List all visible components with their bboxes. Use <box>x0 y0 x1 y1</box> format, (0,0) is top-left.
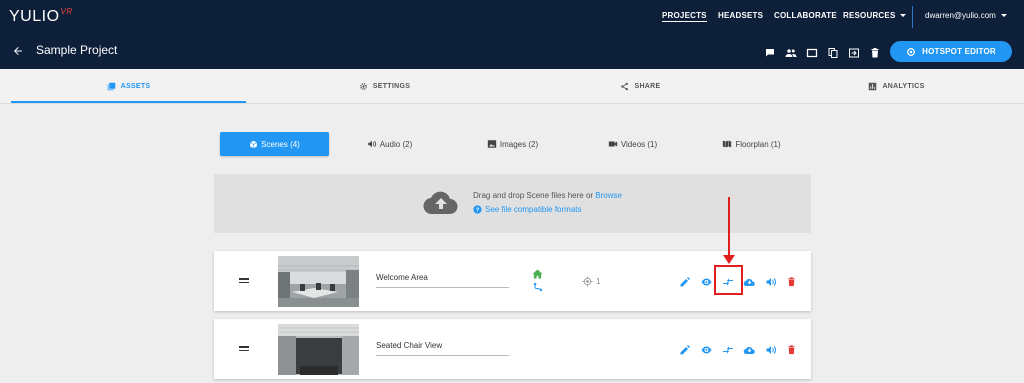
preview-eye-icon[interactable] <box>700 344 712 356</box>
target-icon <box>907 47 916 56</box>
volume-icon <box>368 140 376 148</box>
project-title: Sample Project <box>36 43 118 57</box>
file-formats-link[interactable]: ? See file compatible formats <box>473 205 582 214</box>
nav-projects[interactable]: PROJECTS <box>662 11 707 22</box>
scene-dropzone[interactable]: Drag and drop Scene files here or Browse… <box>214 174 811 233</box>
analytics-icon <box>869 82 877 91</box>
cube-icon <box>250 140 258 148</box>
hotspot-count: 1 <box>582 276 600 287</box>
scene-thumbnail[interactable] <box>278 324 359 375</box>
share-icon <box>621 82 629 91</box>
dropzone-instructions: Drag and drop Scene files here or <box>473 191 596 200</box>
preview-eye-icon[interactable] <box>700 276 712 288</box>
filter-floorplan-label: Floorplan (1) <box>735 139 781 149</box>
project-tabs: ASSETS SETTINGS SHARE ANALYTICS <box>0 69 1024 104</box>
nav-resources[interactable]: RESOURCES <box>843 11 907 20</box>
help-icon: ? <box>473 205 482 214</box>
filter-videos-label: Videos (1) <box>620 139 658 149</box>
hotspot-editor-button[interactable]: HOTSPOT EDITOR <box>890 41 1012 62</box>
drag-handle-icon[interactable] <box>239 278 249 285</box>
drag-handle-icon[interactable] <box>239 346 249 353</box>
asset-filters: Scenes (4) Audio (2) Images (2) Videos (… <box>0 132 1024 158</box>
delete-icon[interactable] <box>786 344 798 356</box>
hotspot-editor-label: HOTSPOT EDITOR <box>922 47 996 56</box>
crosshair-icon <box>582 276 593 287</box>
tab-settings[interactable]: SETTINGS <box>267 69 502 104</box>
filter-audio-label: Audio (2) <box>379 139 413 149</box>
active-tab-indicator <box>11 101 246 103</box>
people-icon[interactable] <box>785 47 797 59</box>
tab-share[interactable]: SHARE <box>523 69 758 104</box>
browse-link[interactable]: Browse <box>595 191 622 200</box>
filter-videos[interactable]: Videos (1) <box>578 132 687 156</box>
copy-icon[interactable] <box>827 47 839 59</box>
top-bar: YULIOVR PROJECTS HEADSETS COLLABORATE RE… <box>0 0 1024 33</box>
hotspot-count-value: 1 <box>596 277 601 286</box>
cloud-download-icon[interactable] <box>743 344 755 356</box>
scene-name-underline <box>376 287 509 288</box>
gear-icon <box>359 83 367 90</box>
nav-resources-label: RESOURCES <box>843 11 896 20</box>
cloud-download-icon[interactable] <box>743 276 755 288</box>
route-icon[interactable] <box>533 282 543 292</box>
scene-row: Seated Chair View <box>214 319 811 379</box>
scene-name[interactable]: Seated Chair View <box>376 341 442 350</box>
delete-icon[interactable] <box>786 276 798 288</box>
trash-icon[interactable] <box>869 47 881 59</box>
annotation-arrow-line <box>728 197 730 258</box>
filter-images-label: Images (2) <box>499 139 539 149</box>
back-arrow-icon[interactable] <box>12 45 24 57</box>
nav-divider <box>912 6 913 28</box>
annotation-highlight-box <box>714 265 743 295</box>
filter-audio[interactable]: Audio (2) <box>335 132 444 156</box>
filter-floorplan[interactable]: Floorplan (1) <box>697 132 806 156</box>
tab-analytics[interactable]: ANALYTICS <box>779 69 1014 104</box>
yulio-logo[interactable]: YULIOVR <box>9 7 73 26</box>
user-email: dwarren@yulio.com <box>925 11 996 20</box>
nav-headsets[interactable]: HEADSETS <box>718 11 763 20</box>
assets-icon <box>107 82 115 91</box>
annotation-arrow-head <box>723 255 735 264</box>
map-icon <box>723 140 732 148</box>
chat-icon[interactable] <box>764 47 776 59</box>
filter-scenes[interactable]: Scenes (4) <box>220 132 329 156</box>
fullscreen-icon[interactable] <box>806 47 818 59</box>
tab-analytics-label: ANALYTICS <box>882 83 925 90</box>
user-menu[interactable]: dwarren@yulio.com <box>925 11 1007 20</box>
svg-text:?: ? <box>476 207 480 213</box>
chevron-down-icon <box>900 14 907 17</box>
video-icon <box>608 141 617 147</box>
file-formats-label: See file compatible formats <box>485 205 582 214</box>
chevron-down-icon <box>1000 14 1007 17</box>
nav-collaborate[interactable]: COLLABORATE <box>774 11 837 20</box>
tab-assets-label: ASSETS <box>120 83 151 90</box>
dropzone-text: Drag and drop Scene files here or Browse <box>473 191 622 200</box>
scene-name-underline <box>376 355 509 356</box>
tab-assets[interactable]: ASSETS <box>11 69 246 104</box>
tab-settings-label: SETTINGS <box>372 83 411 90</box>
scene-name[interactable]: Welcome Area <box>376 273 428 282</box>
export-icon[interactable] <box>848 47 860 59</box>
home-icon[interactable] <box>532 269 543 279</box>
project-header: Sample Project HOTSPOT EDITOR <box>0 33 1024 69</box>
volume-icon[interactable] <box>765 344 777 356</box>
edit-icon[interactable] <box>679 344 691 356</box>
filter-images[interactable]: Images (2) <box>458 132 567 156</box>
filter-scenes-label: Scenes (4) <box>261 139 300 149</box>
cloud-upload-icon <box>423 189 459 215</box>
volume-icon[interactable] <box>765 276 777 288</box>
edit-icon[interactable] <box>679 276 691 288</box>
scene-thumbnail[interactable] <box>278 256 359 307</box>
image-icon <box>487 140 497 148</box>
tab-share-label: SHARE <box>634 83 661 90</box>
compare-arrows-icon[interactable] <box>722 344 734 356</box>
